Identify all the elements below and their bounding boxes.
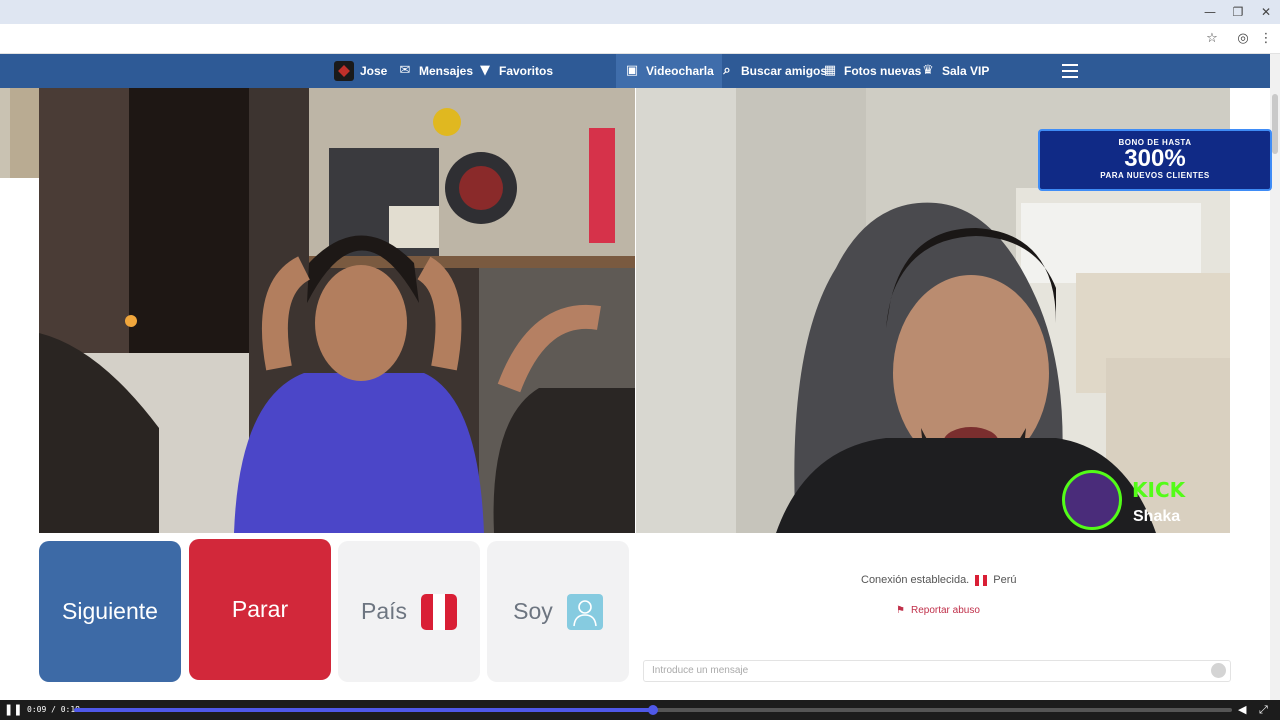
partner-country: Perú	[993, 574, 1017, 586]
nav-new-photos[interactable]: ▦ Fotos nuevas	[822, 54, 922, 88]
promo-percent: 300%	[1124, 145, 1186, 172]
nav-messages-label: Mensajes	[419, 64, 474, 78]
emoji-icon[interactable]	[1211, 663, 1226, 678]
volume-icon[interactable]: ◀	[1238, 703, 1246, 716]
nav-favorites[interactable]: ▼ Favoritos	[477, 54, 553, 88]
pause-icon[interactable]: ❚❚	[4, 703, 22, 716]
profile-icon[interactable]: ◎	[1235, 31, 1251, 47]
streamer-avatar	[1062, 470, 1122, 530]
envelope-icon: ✉	[399, 63, 411, 78]
flag-icon: ⚑	[896, 605, 905, 616]
nav-user-label: Jose	[360, 64, 388, 78]
user-avatar-icon	[566, 593, 603, 630]
country-filter-button[interactable]: País	[338, 541, 480, 682]
restore-icon[interactable]: ❐	[1224, 4, 1252, 20]
close-icon[interactable]: ✕	[1252, 4, 1280, 20]
report-abuse-link[interactable]: ⚑ Reportar abuso	[896, 605, 980, 616]
address-bar[interactable]	[0, 24, 1280, 54]
next-button[interactable]: Siguiente	[39, 541, 181, 682]
dota-avatar-icon	[334, 61, 354, 81]
streamer-name: Shaka	[1133, 508, 1181, 525]
report-abuse-label: Reportar abuso	[910, 605, 980, 616]
peru-flag-icon	[421, 593, 458, 630]
minimize-icon[interactable]: —	[1196, 4, 1224, 20]
progress-fill	[74, 708, 653, 712]
fullscreen-icon[interactable]: ⤢	[1259, 703, 1268, 717]
connection-status-text: Conexión establecida.	[861, 574, 970, 586]
nav-vip-label: Sala VIP	[942, 64, 990, 78]
promo-banner[interactable]: BONO DE HASTA 300% PARA NUEVOS CLIENTES	[1038, 129, 1272, 191]
browser-menu-icon[interactable]: ⋮	[1258, 31, 1274, 47]
partner-video	[39, 88, 635, 533]
country-button-label: País	[360, 598, 408, 624]
screen: — ❐ ✕ ☆ ◎ ⋮ Jose ✉ Mensajes ▼ Favoritos …	[0, 0, 1280, 720]
nav-videochat-label: Videocharla	[646, 64, 714, 78]
bookmark-icon: ▼	[480, 63, 490, 78]
search-icon: ⌕	[723, 63, 731, 78]
nav-find-friends[interactable]: ⌕ Buscar amigos	[719, 54, 827, 88]
nav-new-photos-label: Fotos nuevas	[844, 64, 922, 78]
nav-find-friends-label: Buscar amigos	[741, 64, 828, 78]
crown-icon: ♛	[922, 63, 934, 78]
video-player-bar: ❚❚ 0:09 / 0:18 ◀ ⤢	[0, 700, 1280, 720]
bookmark-star-icon[interactable]: ☆	[1204, 31, 1220, 47]
hamburger-menu-icon[interactable]	[1062, 64, 1078, 78]
browser-tab-strip	[0, 0, 1280, 24]
peru-flag-small-icon	[975, 574, 988, 586]
kick-logo: KICK	[1132, 478, 1186, 502]
playback-time: 0:09 / 0:18	[27, 705, 80, 714]
grid-icon: ▦	[823, 63, 837, 78]
gender-button-label: Soy	[513, 598, 553, 624]
stop-button-label: Parar	[231, 596, 289, 622]
progress-handle[interactable]	[648, 705, 658, 715]
nav-vip[interactable]: ♛ Sala VIP	[920, 54, 989, 88]
nav-videochat[interactable]: ▣ Videocharla	[616, 54, 722, 88]
message-input[interactable]: Introduce un mensaje	[643, 660, 1231, 682]
promo-line2: PARA NUEVOS CLIENTES	[1100, 171, 1210, 180]
nav-messages[interactable]: ✉ Mensajes	[397, 54, 473, 88]
gender-button[interactable]: Soy	[487, 541, 629, 682]
nav-favorites-label: Favoritos	[499, 64, 554, 78]
connection-status: Conexión establecida. Perú	[861, 574, 1017, 586]
progress-track[interactable]	[74, 705, 1232, 715]
message-placeholder: Introduce un mensaje	[652, 665, 749, 676]
chat-bubble-icon: ▣	[625, 63, 639, 78]
nav-user[interactable]: Jose	[334, 54, 387, 88]
next-button-label: Siguiente	[62, 598, 158, 624]
stop-button[interactable]: Parar	[189, 539, 331, 680]
